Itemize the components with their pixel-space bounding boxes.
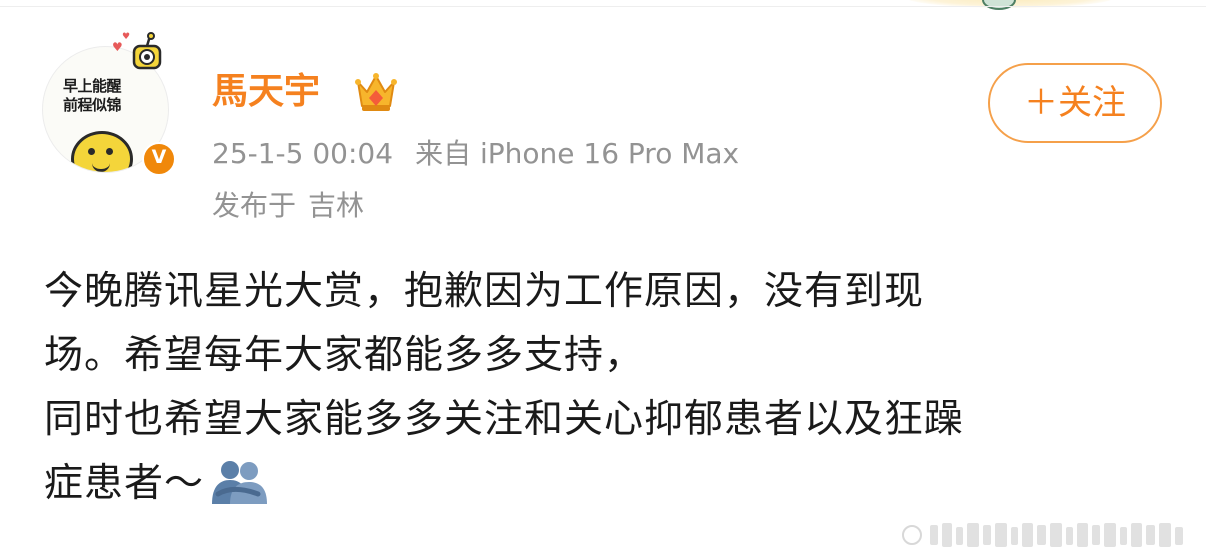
watermark-logo (902, 523, 1183, 547)
post-line: 场。希望每年大家都能多多支持， (44, 333, 645, 378)
post-line: 今晚腾讯星光大赏，抱歉因为工作原因，没有到现 (44, 269, 925, 314)
post-timestamp: 25-1-5 00:04 (212, 137, 394, 170)
post-source: 来自 iPhone 16 Pro Max (415, 137, 740, 170)
post-line: 同时也希望大家能多多关注和关心抑郁患者以及狂躁 (44, 397, 965, 442)
post-body: 今晚腾讯星光大赏，抱歉因为工作原因，没有到现 场。希望每年大家都能多多支持， 同… (44, 260, 1164, 516)
location-prefix: 发布于 (212, 189, 297, 222)
verified-mark: V (151, 146, 167, 168)
eye-icon (106, 148, 113, 155)
mouth-icon (92, 161, 110, 172)
follow-button[interactable]: ＋关注 (988, 63, 1162, 143)
top-divider (0, 6, 1206, 7)
top-banner-icon (982, 0, 1016, 10)
avatar-text: 早上能醒 前程似锦 (62, 77, 122, 114)
avatar[interactable]: 早上能醒 前程似锦 ♥ ♥ V (42, 32, 176, 176)
post-line-last: 症患者～ (44, 452, 1164, 516)
cartoon-face-icon (71, 131, 133, 172)
verified-badge-icon: V (142, 142, 176, 176)
eye-icon (88, 148, 95, 155)
top-strip (0, 0, 1206, 10)
post-meta: 25-1-5 00:04 来自 iPhone 16 Pro Max (212, 135, 739, 173)
robot-sticker-icon (132, 32, 162, 70)
heart-icon: ♥ (112, 40, 123, 54)
heart-icon: ♥ (122, 32, 131, 42)
post-location: 发布于 吉林 (212, 187, 364, 225)
crown-icon (355, 73, 397, 111)
username[interactable]: 馬天宇 (212, 70, 320, 114)
hug-emoji (212, 461, 268, 504)
post-line: 症患者～ (44, 461, 205, 506)
location-name: 吉林 (308, 189, 365, 222)
